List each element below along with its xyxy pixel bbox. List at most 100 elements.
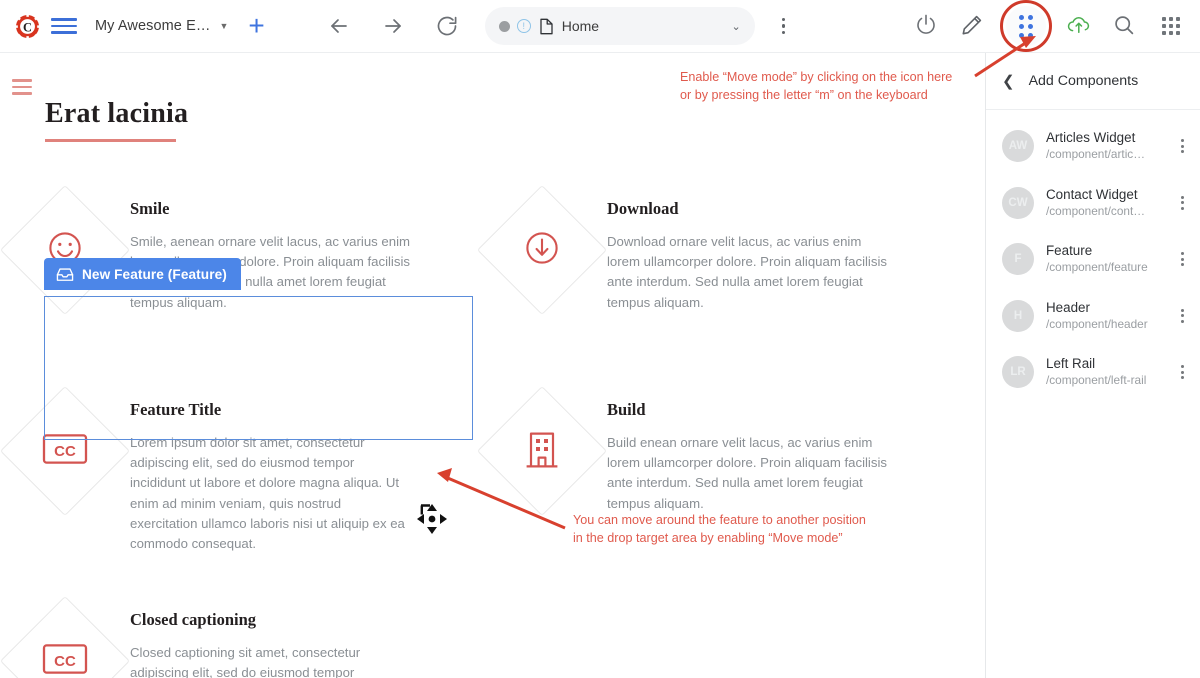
svg-text:CC: CC xyxy=(54,653,76,670)
feature-smile[interactable]: Smile Smile, aenean ornare velit lacus, … xyxy=(0,173,477,327)
component-text: Header /component/header xyxy=(1046,299,1165,334)
component-list-item[interactable]: F Feature /component/feature xyxy=(986,231,1200,288)
component-text: Feature /component/feature xyxy=(1046,242,1165,277)
kebab-menu-icon[interactable] xyxy=(1177,305,1188,327)
component-path: /component/feature xyxy=(1046,260,1148,275)
chevron-down-icon[interactable]: ▼ xyxy=(219,21,228,31)
svg-text:C: C xyxy=(23,20,32,34)
info-circle-icon[interactable]: ! xyxy=(516,19,531,33)
feature-build[interactable]: Build Build enean ornare velit lacus, ac… xyxy=(476,374,954,528)
component-text: Contact Widget /component/cont… xyxy=(1046,186,1165,221)
avatar: F xyxy=(1002,243,1034,276)
feature-heading: Build xyxy=(607,400,646,419)
power-icon[interactable] xyxy=(914,13,940,39)
project-name[interactable]: My Awesome E… xyxy=(95,18,210,34)
title-underline xyxy=(45,139,176,142)
kebab-menu-icon[interactable] xyxy=(1177,248,1188,270)
feature-cell-empty xyxy=(477,584,954,678)
pencil-icon[interactable] xyxy=(960,13,986,39)
navigation-buttons xyxy=(327,14,459,38)
download-circle-icon xyxy=(520,226,564,275)
kebab-menu-icon[interactable] xyxy=(1177,192,1188,214)
component-path: /component/header xyxy=(1046,316,1148,331)
feature-closed-captioning[interactable]: CC Closed captioning Closed captioning s… xyxy=(0,584,477,678)
address-bar-value: Home xyxy=(561,18,600,34)
feature-text: Build Build enean ornare velit lacus, ac… xyxy=(607,386,899,514)
selected-component-label: New Feature (Feature) xyxy=(82,266,227,282)
gray-status-dot-icon xyxy=(498,20,510,32)
search-icon[interactable] xyxy=(1112,13,1138,39)
components-list: AW Articles Widget /component/artic… CW … xyxy=(986,110,1200,401)
kebab-menu-icon[interactable] xyxy=(773,18,795,34)
feature-cell: CC Closed captioning Closed captioning s… xyxy=(0,584,477,678)
reload-icon[interactable] xyxy=(435,14,459,38)
feature-text: Download Download ornare velit lacus, ac… xyxy=(607,185,899,313)
feature-heading: Closed captioning xyxy=(130,610,257,630)
annotation-bottom-text: You can move around the feature to anoth… xyxy=(573,513,866,546)
component-name: Header xyxy=(1046,299,1090,315)
closed-captioning-icon: CC xyxy=(42,432,88,471)
browser-toolbar: C My Awesome E… ▼ + ! Home ⌄ xyxy=(0,0,1200,53)
component-text: Left Rail /component/left-rail xyxy=(1046,355,1165,390)
kebab-menu-icon[interactable] xyxy=(1177,135,1188,157)
feature-icon-frame: CC xyxy=(0,385,131,517)
arrow-right-icon[interactable] xyxy=(381,14,405,38)
drop-target-icon xyxy=(56,267,74,282)
selected-component-badge[interactable]: New Feature (Feature) xyxy=(44,258,241,290)
browser-toolbar-right xyxy=(914,0,1200,52)
add-components-panel: ❮ Add Components AW Articles Widget /com… xyxy=(985,53,1200,678)
feature-icon-frame xyxy=(476,184,608,316)
features-row: CC Closed captioning Closed captioning s… xyxy=(0,584,985,678)
component-name: Feature xyxy=(1046,243,1093,259)
publish-cloud-icon[interactable] xyxy=(1066,13,1092,39)
page-document-icon xyxy=(539,18,554,35)
component-list-item[interactable]: H Header /component/header xyxy=(986,288,1200,345)
feature-icon-frame xyxy=(0,184,131,316)
feature-text: Feature Title Lorem ipsum dolor sit amet… xyxy=(130,386,422,554)
apps-grid-icon[interactable] xyxy=(1158,13,1184,39)
chevron-down-icon[interactable]: ⌄ xyxy=(732,20,741,33)
feature-heading: Download xyxy=(607,199,679,218)
feature-body: Download ornare velit lacus, ac varius e… xyxy=(607,234,887,310)
feature-body: Lorem ipsum dolor sit amet, consectetur … xyxy=(130,435,405,551)
page-title: Erat lacinia xyxy=(45,98,189,129)
feature-icon-frame xyxy=(476,385,608,517)
chevron-left-icon[interactable]: ❮ xyxy=(1002,74,1015,89)
features-row: Smile Smile, aenean ornare velit lacus, … xyxy=(0,173,985,327)
panel-title: Add Components xyxy=(1028,73,1139,89)
component-name: Contact Widget xyxy=(1046,186,1138,202)
component-name: Left Rail xyxy=(1046,356,1096,372)
components-grid-dots xyxy=(1019,14,1033,38)
crafter-gear-logo-icon[interactable]: C xyxy=(14,12,41,40)
page-hamburger-icon[interactable] xyxy=(12,79,32,95)
hamburger-menu-icon[interactable] xyxy=(51,16,77,36)
component-path: /component/left-rail xyxy=(1046,373,1147,388)
panel-header: ❮ Add Components xyxy=(986,53,1200,110)
apps-grid-dots xyxy=(1162,17,1180,35)
components-grid-icon[interactable] xyxy=(1000,0,1052,52)
component-name: Articles Widget xyxy=(1046,130,1136,145)
feature-cell: Smile Smile, aenean ornare velit lacus, … xyxy=(0,173,477,327)
feature-heading: Feature Title xyxy=(130,400,222,419)
avatar: H xyxy=(1002,299,1034,332)
component-text: Articles Widget /component/artic… xyxy=(1046,129,1165,164)
kebab-menu-icon[interactable] xyxy=(1177,361,1188,383)
feature-download[interactable]: Download Download ornare velit lacus, ac… xyxy=(476,173,954,327)
component-path: /component/artic… xyxy=(1046,147,1146,162)
component-list-item[interactable]: AW Articles Widget /component/artic… xyxy=(986,118,1200,175)
svg-text:CC: CC xyxy=(54,443,76,460)
component-list-item[interactable]: CW Contact Widget /component/cont… xyxy=(986,175,1200,232)
component-list-item[interactable]: LR Left Rail /component/left-rail xyxy=(986,344,1200,401)
feature-cell: Download Download ornare velit lacus, ac… xyxy=(476,173,954,327)
closed-captioning-icon: CC xyxy=(42,642,88,678)
feature-feature-title[interactable]: CC Feature Title Lorem ipsum dolor sit a… xyxy=(0,374,477,566)
feature-body: Closed captioning sit amet, consectetur … xyxy=(130,645,361,678)
features-grid: Smile Smile, aenean ornare velit lacus, … xyxy=(0,173,985,678)
feature-heading: Smile xyxy=(130,199,170,218)
feature-text: Smile Smile, aenean ornare velit lacus, … xyxy=(130,185,422,313)
new-tab-button[interactable]: + xyxy=(248,12,264,40)
arrow-left-icon[interactable] xyxy=(327,14,351,38)
page-canvas: Erat lacinia Smile Smile, aenean ornare … xyxy=(0,53,985,678)
annotation-top-text: Enable “Move mode” by clicking on the ic… xyxy=(680,70,953,103)
address-bar[interactable]: ! Home ⌄ xyxy=(484,7,755,45)
